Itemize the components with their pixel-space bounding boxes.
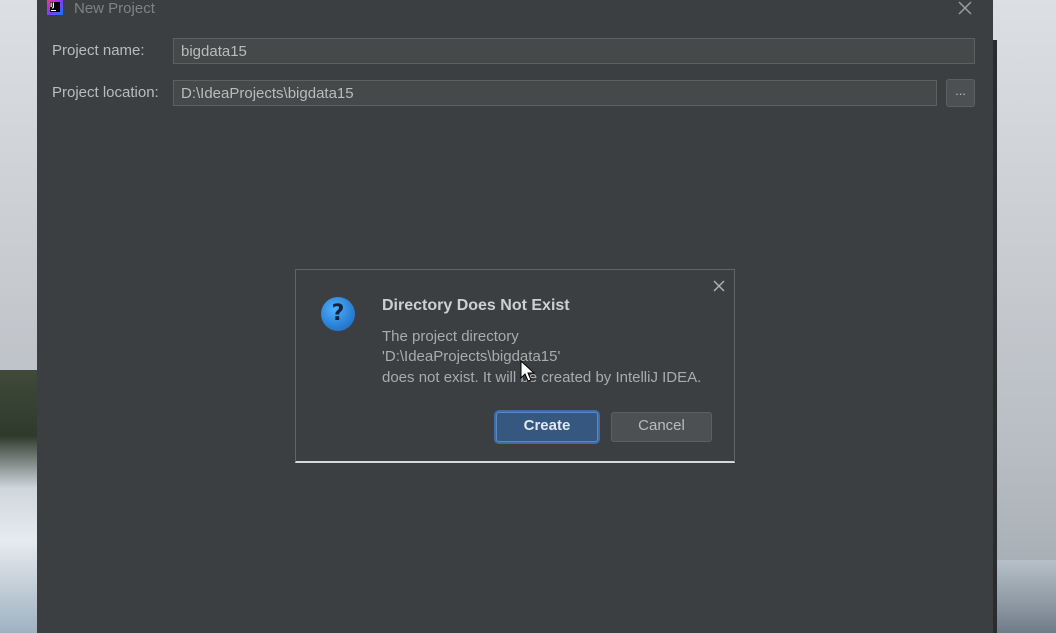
desktop-background-left: [0, 370, 40, 633]
directory-not-exist-dialog: ? Directory Does Not Exist The project d…: [295, 269, 735, 463]
close-icon[interactable]: [955, 0, 975, 18]
dialog-title: Directory Does Not Exist: [382, 297, 570, 314]
create-button[interactable]: Create: [496, 412, 598, 442]
project-location-input[interactable]: [173, 80, 937, 106]
project-name-input[interactable]: [173, 38, 975, 64]
project-location-label: Project location:: [52, 84, 159, 101]
project-name-label: Project name:: [52, 42, 145, 59]
desktop-background-right: [994, 560, 1056, 633]
title-bar[interactable]: IJ New Project: [37, 0, 993, 26]
dialog-message-line: does not exist. It will be created by In…: [382, 369, 702, 386]
dialog-message-line: The project directory: [382, 328, 519, 345]
mouse-cursor-icon: [520, 359, 536, 384]
window-title: New Project: [74, 0, 155, 17]
close-icon[interactable]: [711, 278, 727, 294]
question-icon: ?: [321, 297, 355, 331]
browse-button[interactable]: ...: [946, 79, 975, 107]
intellij-idea-icon: IJ: [47, 0, 63, 15]
window-shadow: [993, 40, 997, 633]
cancel-button[interactable]: Cancel: [611, 412, 712, 442]
